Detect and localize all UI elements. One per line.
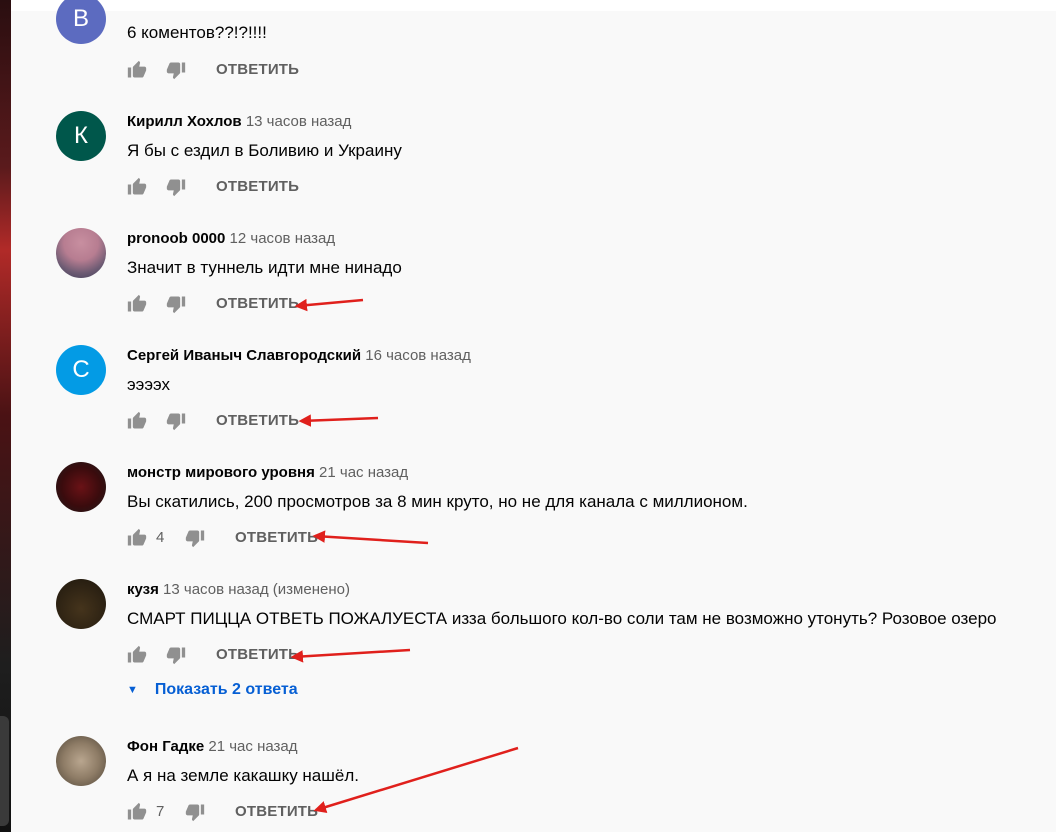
- show-replies-button[interactable]: ▼ Показать 2 ответа: [127, 681, 298, 699]
- like-button[interactable]: [127, 528, 147, 548]
- thumb-down-icon: [166, 413, 186, 431]
- comment-time[interactable]: 13 часов назад (изменено): [163, 581, 350, 598]
- comment-text: СМАРТ ПИЦЦА ОТВЕТЬ ПОЖАЛУЕСТА изза больш…: [127, 609, 997, 628]
- comment-text: 6 коментов??!?!!!!: [127, 23, 267, 42]
- author-name[interactable]: кузя: [127, 581, 159, 598]
- comment-time[interactable]: 16 часов назад: [365, 347, 471, 364]
- avatar[interactable]: [56, 462, 106, 512]
- reply-button[interactable]: ОТВЕТИТЬ: [216, 61, 299, 78]
- thumb-down-icon: [166, 296, 186, 314]
- comment-time[interactable]: 21 час назад: [208, 738, 297, 755]
- thumb-down-icon: [166, 179, 186, 197]
- like-button[interactable]: [127, 177, 147, 197]
- avatar[interactable]: С: [56, 345, 106, 395]
- reply-button[interactable]: ОТВЕТИТЬ: [216, 412, 299, 429]
- comment-header: pronoob 0000 12 часов назад: [127, 230, 335, 247]
- avatar[interactable]: В: [56, 0, 106, 44]
- avatar[interactable]: К: [56, 111, 106, 161]
- comment-header: Фон Гадке 21 час назад: [127, 738, 298, 755]
- comment-header: монстр мирового уровня 21 час назад: [127, 464, 408, 481]
- like-button[interactable]: [127, 294, 147, 314]
- like-button[interactable]: [127, 60, 147, 80]
- thumb-down-icon: [185, 530, 205, 548]
- avatar[interactable]: [56, 228, 106, 278]
- author-name[interactable]: Кирилл Хохлов: [127, 113, 242, 130]
- comment-time[interactable]: 13 часов назад: [246, 113, 352, 130]
- dislike-button[interactable]: [166, 177, 186, 197]
- thumb-down-icon: [166, 62, 186, 80]
- comment-header: Сергей Иваныч Славгородский 16 часов наз…: [127, 347, 471, 364]
- thumb-up-icon: [127, 528, 147, 546]
- thumb-up-icon: [127, 294, 147, 312]
- comment-time[interactable]: 12 часов назад: [230, 230, 336, 247]
- thumb-up-icon: [127, 645, 147, 663]
- like-button[interactable]: [127, 645, 147, 665]
- thumb-up-icon: [127, 802, 147, 820]
- author-name[interactable]: pronoob 0000: [127, 230, 225, 247]
- comment-text: Вы скатились, 200 просмотров за 8 мин кр…: [127, 492, 748, 511]
- thumb-up-icon: [127, 411, 147, 429]
- comment-header: Кирилл Хохлов 13 часов назад: [127, 113, 351, 130]
- reply-button[interactable]: ОТВЕТИТЬ: [235, 803, 318, 820]
- like-count: 4: [156, 529, 165, 546]
- dislike-button[interactable]: [166, 411, 186, 431]
- author-name[interactable]: Фон Гадке: [127, 738, 204, 755]
- thumb-up-icon: [127, 177, 147, 195]
- like-count: 7: [156, 803, 165, 820]
- comment-text: Значит в туннель идти мне нинадо: [127, 258, 402, 277]
- comment-text: Я бы с ездил в Боливию и Украину: [127, 141, 402, 160]
- show-replies-label: Показать 2 ответа: [154, 681, 298, 698]
- reply-button[interactable]: ОТВЕТИТЬ: [216, 178, 299, 195]
- like-button[interactable]: [127, 411, 147, 431]
- avatar[interactable]: [56, 579, 106, 629]
- comments-list: В 6 коментов??!?!!!! ОТВЕТИТЬ К Кирилл Х…: [0, 0, 1056, 832]
- comment-header: кузя 13 часов назад (изменено): [127, 581, 350, 598]
- comment-text: А я на земле какашку нашёл.: [127, 766, 359, 785]
- like-button[interactable]: [127, 802, 147, 822]
- dislike-button[interactable]: [166, 294, 186, 314]
- dislike-button[interactable]: [185, 802, 205, 822]
- thumb-up-icon: [127, 60, 147, 78]
- dislike-button[interactable]: [166, 645, 186, 665]
- reply-button[interactable]: ОТВЕТИТЬ: [235, 529, 318, 546]
- thumb-down-icon: [185, 804, 205, 822]
- author-name[interactable]: Сергей Иваныч Славгородский: [127, 347, 361, 364]
- dislike-button[interactable]: [166, 60, 186, 80]
- comment-time[interactable]: 21 час назад: [319, 464, 408, 481]
- caret-down-icon: ▼: [127, 684, 138, 696]
- dislike-button[interactable]: [185, 528, 205, 548]
- avatar[interactable]: [56, 736, 106, 786]
- thumb-down-icon: [166, 647, 186, 665]
- reply-button[interactable]: ОТВЕТИТЬ: [216, 295, 299, 312]
- author-name[interactable]: монстр мирового уровня: [127, 464, 315, 481]
- comment-text: ээээх: [127, 375, 171, 394]
- reply-button[interactable]: ОТВЕТИТЬ: [216, 646, 299, 663]
